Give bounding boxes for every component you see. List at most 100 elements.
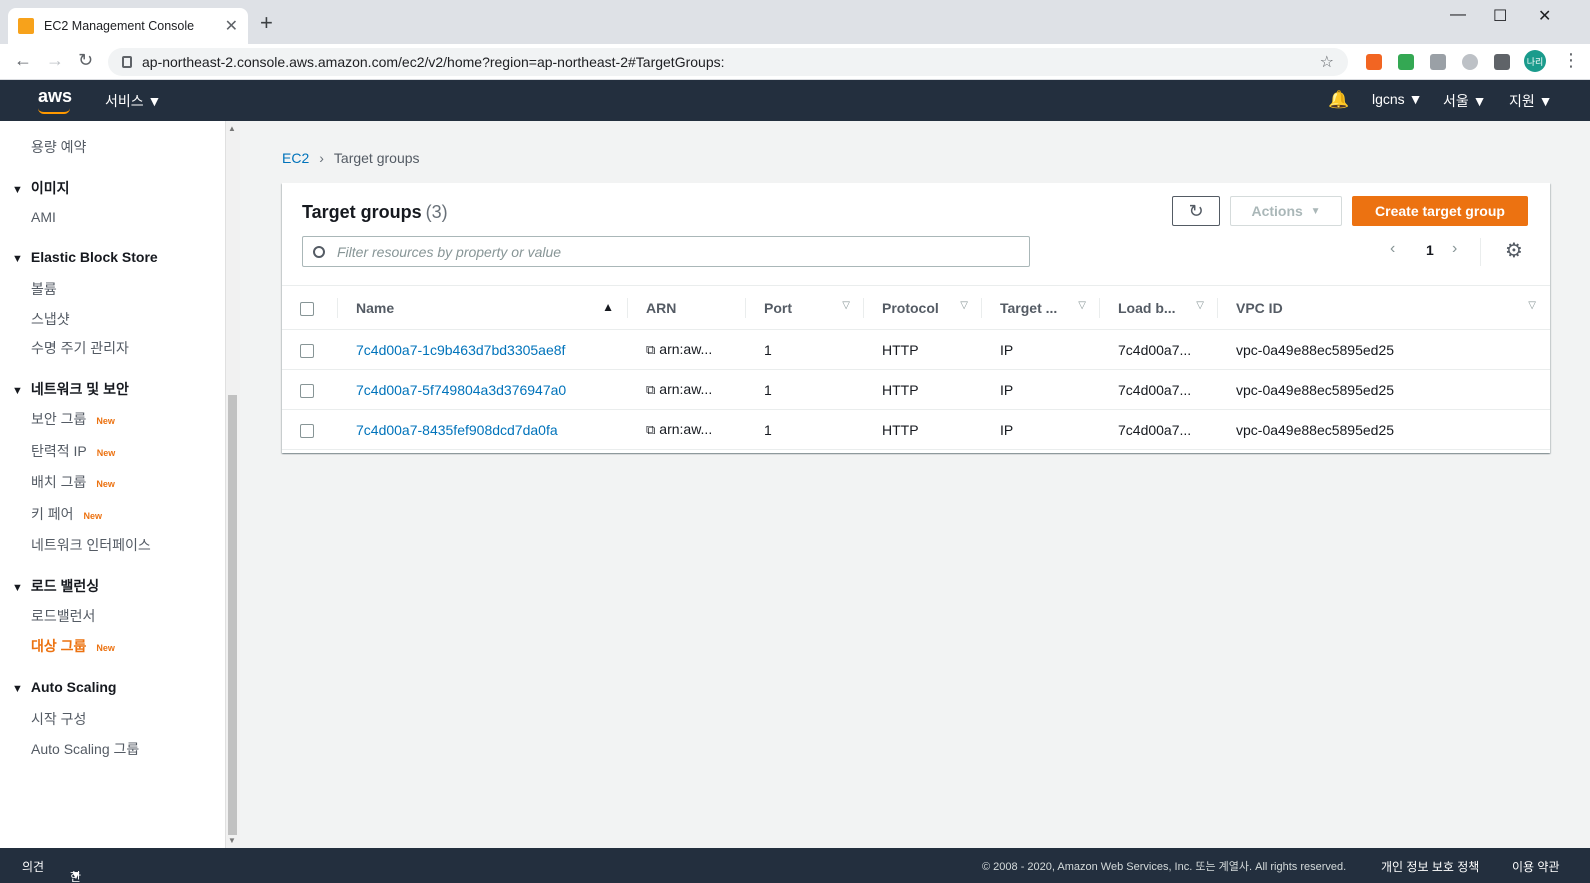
sidebar-item-capacity-reservations[interactable]: 용량 예약: [31, 137, 86, 157]
arn-cell: ⧉ arn:aw...: [628, 369, 746, 410]
services-menu[interactable]: 서비스 ▼: [105, 91, 161, 111]
page-number[interactable]: 1: [1426, 242, 1434, 258]
target-group-link[interactable]: 7c4d00a7-5f749804a3d376947a0: [356, 382, 566, 398]
extension-icon[interactable]: [1366, 54, 1382, 70]
protocol-cell: HTTP: [864, 409, 982, 450]
support-label: 지원: [1509, 93, 1535, 109]
sidebar-item-lifecycle-manager[interactable]: 수명 주기 관리자: [31, 338, 129, 358]
support-menu[interactable]: 지원 ▼: [1509, 91, 1553, 111]
column-header-port[interactable]: Port ▽: [746, 285, 864, 330]
triangle-down-icon: ▼: [12, 385, 23, 397]
chevron-right-icon: ›: [319, 150, 324, 166]
row-checkbox[interactable]: [300, 383, 314, 398]
extension-icon[interactable]: [1462, 54, 1478, 70]
sidebar-item-auto-scaling-groups[interactable]: Auto Scaling 그룹: [31, 739, 139, 759]
chevron-down-icon: ▼: [1472, 93, 1487, 109]
new-badge: New: [96, 448, 116, 458]
breadcrumb-ec2-link[interactable]: EC2: [282, 150, 309, 166]
forward-icon[interactable]: →: [46, 50, 64, 71]
sidebar-section-load-balancing[interactable]: ▼ 로드 밸런싱: [12, 576, 99, 596]
profile-avatar[interactable]: 나리: [1524, 50, 1546, 72]
puzzle-extensions-icon[interactable]: [1494, 54, 1510, 70]
copy-icon[interactable]: ⧉: [646, 342, 655, 357]
sidebar-item-key-pairs[interactable]: 키 페어 New: [31, 504, 102, 524]
table-row[interactable]: 7c4d00a7-1c9b463d7bd3305ae8f ⧉ arn:aw... …: [282, 329, 1550, 370]
column-header-name[interactable]: Name ▲: [338, 285, 628, 330]
sidebar-section-network[interactable]: ▼ 네트워크 및 보안: [12, 379, 129, 399]
scroll-down-icon[interactable]: ▼: [228, 836, 236, 845]
triangle-down-icon: ▼: [12, 184, 23, 196]
copy-icon[interactable]: ⧉: [646, 422, 655, 437]
sidebar-item-elastic-ip[interactable]: 탄력적 IP New: [31, 441, 115, 461]
new-tab-icon[interactable]: +: [260, 12, 273, 34]
refresh-button[interactable]: ↻: [1172, 196, 1220, 226]
column-header-load-balancer[interactable]: Load b... ▽: [1100, 285, 1218, 330]
sidebar-item-load-balancers[interactable]: 로드밸런서: [31, 606, 95, 626]
target-group-link[interactable]: 7c4d00a7-8435fef908dcd7da0fa: [356, 422, 558, 438]
window-close-icon[interactable]: ✕: [1538, 6, 1551, 26]
minimize-icon[interactable]: —: [1450, 6, 1466, 24]
feedback-link[interactable]: 의견: [22, 858, 44, 875]
sidebar-item-network-interfaces[interactable]: 네트워크 인터페이스: [31, 535, 151, 555]
next-page-icon[interactable]: ›: [1452, 240, 1457, 258]
actions-button[interactable]: Actions ▼: [1230, 196, 1342, 226]
sidebar-item-placement-groups[interactable]: 배치 그룹 New: [31, 472, 115, 492]
sidebar-item-label: 대상 그룹: [31, 638, 87, 654]
row-checkbox[interactable]: [300, 423, 314, 438]
scroll-up-icon[interactable]: ▲: [228, 124, 236, 133]
sidebar-scroll-thumb[interactable]: [228, 395, 237, 835]
column-header-protocol[interactable]: Protocol ▽: [864, 285, 982, 330]
column-header-target-type[interactable]: Target ... ▽: [982, 285, 1100, 330]
settings-gear-icon[interactable]: ⚙: [1505, 238, 1523, 263]
load-balancer-cell: 7c4d00a7...: [1100, 329, 1218, 370]
sidebar-item-security-groups[interactable]: 보안 그룹 New: [31, 409, 115, 429]
copy-icon[interactable]: ⧉: [646, 382, 655, 397]
row-checkbox[interactable]: [300, 343, 314, 358]
select-all-checkbox[interactable]: [300, 301, 314, 316]
table-row[interactable]: 7c4d00a7-5f749804a3d376947a0 ⧉ arn:aw... …: [282, 369, 1550, 410]
region-menu[interactable]: 서울 ▼: [1443, 91, 1487, 111]
browser-menu-icon[interactable]: ⋮: [1562, 50, 1580, 71]
sidebar-section-label: 네트워크 및 보안: [30, 381, 129, 397]
extension-icon[interactable]: [1430, 54, 1446, 70]
column-header-vpc-id[interactable]: VPC ID ▽: [1218, 285, 1550, 330]
back-icon[interactable]: ←: [14, 50, 32, 71]
column-header-arn[interactable]: ARN: [628, 285, 746, 330]
maximize-icon[interactable]: ☐: [1493, 6, 1507, 26]
address-bar[interactable]: ap-northeast-2.console.aws.amazon.com/ec…: [108, 48, 1348, 76]
table-row[interactable]: 7c4d00a7-8435fef908dcd7da0fa ⧉ arn:aw... …: [282, 409, 1550, 450]
bell-icon[interactable]: 🔔: [1328, 90, 1349, 110]
filter-input[interactable]: [337, 243, 997, 260]
sidebar-section-auto-scaling[interactable]: ▼ Auto Scaling: [12, 679, 116, 695]
browser-tab[interactable]: EC2 Management Console ✕: [8, 8, 248, 44]
close-tab-icon[interactable]: ✕: [225, 16, 238, 36]
sidebar-item-target-groups[interactable]: 대상 그룹 New: [31, 636, 115, 656]
sort-icon: ▽: [1196, 300, 1204, 311]
arn-cell: ⧉ arn:aw...: [628, 409, 746, 450]
sidebar-item-ami[interactable]: AMI: [31, 209, 56, 225]
sidebar-nav: 용량 예약 ▼ 이미지 AMI ▼ Elastic Block Store 볼륨 스…: [0, 121, 225, 848]
sidebar-section-images[interactable]: ▼ 이미지: [12, 178, 70, 198]
arn-value: arn:aw...: [659, 381, 713, 397]
bookmark-star-icon[interactable]: ☆: [1320, 52, 1334, 72]
target-groups-panel: Target groups (3) ↻ Actions ▼ Create targ…: [282, 183, 1550, 453]
load-balancer-cell: 7c4d00a7...: [1100, 369, 1218, 410]
prev-page-icon[interactable]: ‹: [1390, 240, 1395, 258]
sidebar-section-ebs[interactable]: ▼ Elastic Block Store: [12, 249, 158, 265]
region-label: 서울: [1443, 93, 1469, 109]
name-cell: 7c4d00a7-5f749804a3d376947a0: [338, 369, 628, 410]
sidebar-item-launch-configurations[interactable]: 시작 구성: [31, 709, 86, 729]
sidebar-item-snapshots[interactable]: 스냅샷: [31, 309, 70, 329]
target-group-link[interactable]: 7c4d00a7-1c9b463d7bd3305ae8f: [356, 342, 565, 358]
chevron-down-icon: ▼: [147, 93, 162, 109]
extension-icon[interactable]: [1398, 54, 1414, 70]
account-menu[interactable]: lgcns ▼: [1372, 91, 1422, 107]
aws-logo[interactable]: aws: [38, 86, 72, 107]
create-target-group-button[interactable]: Create target group: [1352, 196, 1528, 226]
sidebar-item-volumes[interactable]: 볼륨: [31, 279, 57, 299]
privacy-policy-link[interactable]: 개인 정보 보호 정책: [1381, 858, 1479, 875]
sort-ascending-icon: ▲: [602, 300, 614, 314]
url-text: ap-northeast-2.console.aws.amazon.com/ec…: [142, 54, 725, 70]
terms-link[interactable]: 이용 약관: [1512, 858, 1560, 875]
reload-icon[interactable]: ↻: [78, 50, 93, 71]
